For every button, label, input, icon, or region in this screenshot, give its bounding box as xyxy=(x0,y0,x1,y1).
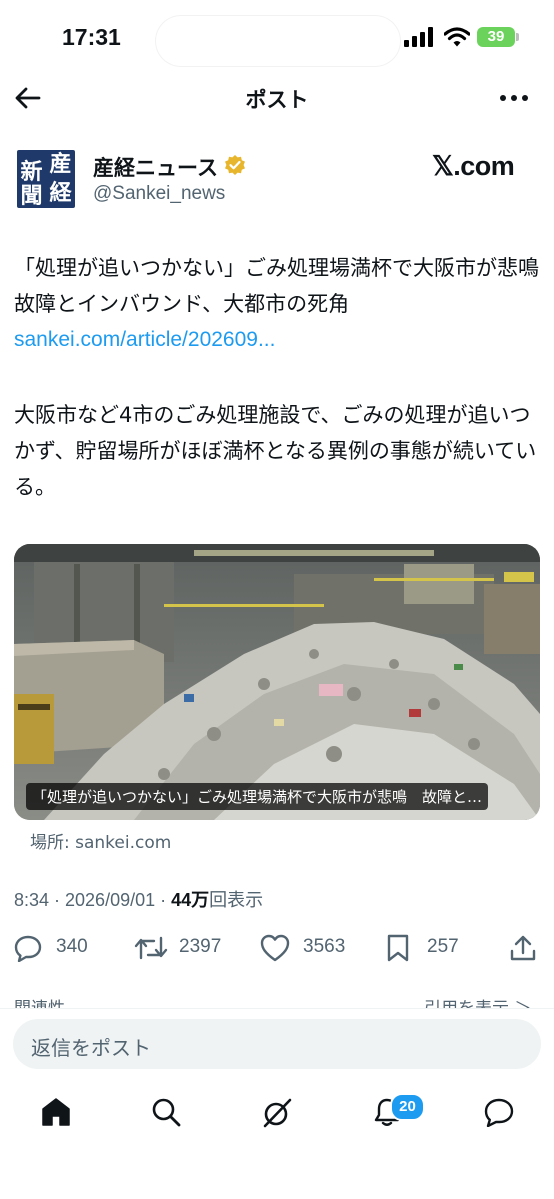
view-quotes-link[interactable]: 引用を表示 ＞ xyxy=(424,996,531,1008)
link-card-image[interactable]: 「処理が追いつかない」ごみ処理場満杯で大阪市が悲鳴 故障と… xyxy=(14,544,540,820)
page-title: ポスト xyxy=(245,88,309,112)
bookmark-icon[interactable] xyxy=(386,934,410,962)
reply-icon[interactable] xyxy=(14,934,42,962)
wifi-icon xyxy=(444,27,470,47)
cellular-signal-icon xyxy=(404,27,433,47)
post-header: ポスト xyxy=(0,72,554,124)
author-name[interactable]: 産経ニュース xyxy=(93,152,218,182)
avatar-char: 聞 xyxy=(20,184,43,208)
status-bar: 17:31 39 xyxy=(0,0,554,80)
author-handle[interactable]: @Sankei_news xyxy=(93,183,225,205)
reply-count[interactable]: 340 xyxy=(56,936,88,958)
post-link[interactable]: sankei.com/article/202609... xyxy=(14,328,275,352)
repost-count[interactable]: 2397 xyxy=(179,936,221,958)
garbage-pit-photo xyxy=(14,544,540,820)
battery-indicator: 39 xyxy=(477,27,515,47)
view-count: 44万 xyxy=(171,890,210,910)
reply-input[interactable]: 返信をポスト xyxy=(13,1019,541,1069)
bookmark-count[interactable]: 257 xyxy=(427,936,459,958)
repost-icon[interactable] xyxy=(134,934,168,962)
verified-badge-icon[interactable] xyxy=(224,154,246,176)
status-time: 17:31 xyxy=(62,24,121,50)
dynamic-island xyxy=(156,16,400,66)
avatar-char: 産 xyxy=(49,152,72,177)
share-icon[interactable] xyxy=(509,934,537,962)
view-label: 回表示 xyxy=(209,890,264,910)
search-icon[interactable] xyxy=(151,1097,181,1127)
home-icon[interactable] xyxy=(41,1097,71,1127)
like-count[interactable]: 3563 xyxy=(303,936,345,958)
more-options-icon[interactable] xyxy=(499,85,529,111)
brand-label: 𝕏.com xyxy=(432,151,515,181)
notifications-badge: 20 xyxy=(390,1093,425,1121)
divider xyxy=(0,1008,554,1009)
messages-icon[interactable] xyxy=(483,1097,515,1127)
post-text: 「処理が追いつかない」ごみ処理場満杯で大阪市が悲鳴 故障とインバウンド、大都市の… xyxy=(14,256,554,316)
battery-tip xyxy=(516,33,519,41)
avatar[interactable]: 産 新 経 聞 xyxy=(17,150,75,208)
grok-icon[interactable] xyxy=(261,1097,293,1129)
engagement-bar: 340 2397 3563 257 xyxy=(0,926,554,970)
post-text-body: 大阪市など4市のごみ処理施設で、ごみの処理が追いつかず、貯留場所がほぼ満杯となる… xyxy=(14,403,537,499)
post-meta: 8:34 · 2026/09/01 · 44万回表示 xyxy=(14,886,263,912)
relevance-sort-link[interactable]: 関連性 ⌄ xyxy=(14,996,85,1008)
link-source[interactable]: 場所: sankei.com xyxy=(30,828,171,853)
link-card-title: 「処理が追いつかない」ごみ処理場満杯で大阪市が悲鳴 故障と… xyxy=(26,783,489,810)
like-heart-icon[interactable] xyxy=(260,934,290,962)
reply-placeholder: 返信をポスト xyxy=(31,1036,151,1060)
avatar-char: 経 xyxy=(49,181,72,206)
post-timestamp: 8:34 · 2026/09/01 · xyxy=(14,890,172,910)
